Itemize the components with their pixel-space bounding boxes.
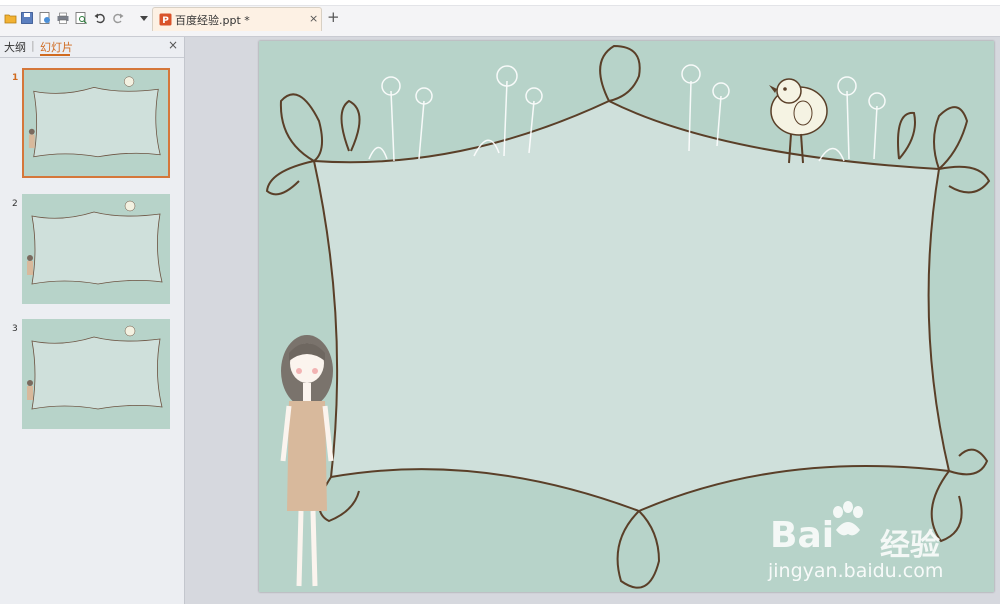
open-folder-icon[interactable] bbox=[3, 10, 19, 26]
new-tab-icon[interactable]: + bbox=[327, 8, 340, 26]
tab-slides[interactable]: 幻灯片 bbox=[40, 39, 73, 55]
ppt-file-icon: P bbox=[159, 13, 172, 26]
slide-thumbnail-3[interactable] bbox=[22, 319, 170, 429]
save-icon[interactable] bbox=[19, 10, 35, 26]
slide-panel: 大纲 | 幻灯片 × 1 2 3 bbox=[0, 37, 185, 604]
save-as-icon[interactable] bbox=[37, 10, 53, 26]
undo-icon[interactable] bbox=[92, 10, 108, 26]
slide-number-1: 1 bbox=[12, 73, 19, 83]
tab-outline[interactable]: 大纲 bbox=[4, 39, 26, 55]
slide-thumbnail-art bbox=[22, 319, 170, 429]
top-strip bbox=[0, 0, 1000, 6]
slide-thumbnail-2[interactable] bbox=[22, 194, 170, 304]
panel-close-icon[interactable]: × bbox=[168, 38, 178, 52]
watermark-brand-cn: 经验 bbox=[880, 528, 940, 563]
print-icon[interactable] bbox=[55, 10, 71, 26]
panel-header: 大纲 | 幻灯片 × bbox=[0, 37, 184, 58]
redo-icon[interactable] bbox=[110, 10, 126, 26]
document-tab[interactable]: P 百度经验.ppt * × bbox=[152, 7, 322, 31]
slide-number-3: 3 bbox=[12, 324, 18, 334]
active-tab-underline bbox=[40, 54, 70, 56]
current-slide[interactable] bbox=[259, 41, 994, 592]
document-name: 百度经验.ppt * bbox=[175, 14, 250, 27]
dropdown-icon[interactable] bbox=[136, 10, 152, 26]
slide-thumbnail-1[interactable] bbox=[22, 68, 170, 178]
tab-separator: | bbox=[31, 39, 35, 52]
close-tab-icon[interactable]: × bbox=[309, 12, 318, 25]
watermark-url: jingyan.baidu.com bbox=[768, 560, 944, 582]
slide-artwork bbox=[259, 41, 994, 592]
print-preview-icon[interactable] bbox=[73, 10, 89, 26]
svg-text:P: P bbox=[162, 16, 169, 26]
watermark-brand-latin: Bai bbox=[770, 515, 835, 556]
slide-number-2: 2 bbox=[12, 199, 18, 209]
slide-thumbnail-art bbox=[24, 70, 168, 176]
slide-thumbnail-art bbox=[22, 194, 170, 304]
baidu-paw-icon bbox=[833, 501, 863, 536]
quick-access-toolbar: P 百度经验.ppt * × + bbox=[0, 0, 1000, 37]
